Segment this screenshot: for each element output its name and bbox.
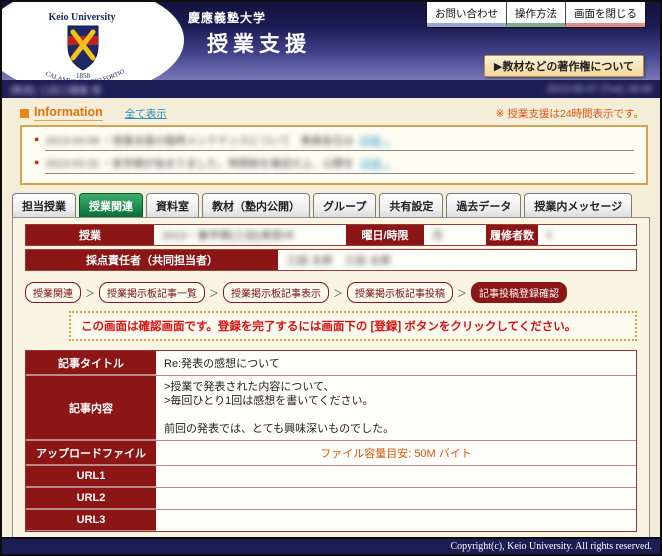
24hour-note: ※ 授業支援は24時間表示です。 xyxy=(496,106,644,121)
university-name: 慶應義塾大学 xyxy=(188,9,266,26)
information-header: Information 全て表示 ※ 授業支援は24時間表示です。 xyxy=(20,105,648,121)
grader-label: 採点責任者（共同担当者） xyxy=(26,250,278,270)
breadcrumb-separator: ＞ xyxy=(333,285,343,300)
tab-share-settings[interactable]: 共有設定 xyxy=(379,193,443,217)
info-item-link[interactable]: 詳細→ xyxy=(360,133,392,148)
table-row: URL2 xyxy=(26,488,636,510)
table-row: 記事内容 >授業で発表された内容について、 >毎回ひとり1回は感想を書いてくださ… xyxy=(26,376,636,441)
article-body-label: 記事内容 xyxy=(26,376,156,440)
bullet-icon: ● xyxy=(34,134,39,144)
tab-past-data[interactable]: 過去データ xyxy=(446,193,521,217)
class-label: 授業 xyxy=(26,225,154,245)
bullet-icon: ● xyxy=(34,157,39,167)
tab-panel: 授業 2013・春学期(三田)演習Ⅰ/Ⅱ 曜日/時限 月 履修者数 1 採点責任… xyxy=(12,217,650,537)
table-row: URL3 xyxy=(26,510,636,531)
info-item-text: 2013-04-09 ・授業支援の臨時メンテナンスについて 教員各位は xyxy=(45,133,353,148)
table-row: URL1 xyxy=(26,466,636,488)
tab-group[interactable]: グループ xyxy=(313,193,376,217)
class-info-row2: 採点責任者（共同担当者） 三田 太郎 三田 太郎 xyxy=(25,249,637,271)
url3-value xyxy=(156,510,636,531)
copyright-text: Copyright(c), Keio University. All right… xyxy=(450,541,652,552)
article-body-value: >授業で発表された内容について、 >毎回ひとり1回は感想を書いてください。 前回… xyxy=(156,376,636,440)
class-value: 2013・春学期(三田)演習Ⅰ/Ⅱ xyxy=(154,225,346,245)
upload-capacity-note: ファイル容量目安: 50M バイト xyxy=(156,441,636,465)
contact-button[interactable]: お問い合わせ xyxy=(427,2,506,27)
list-item: ● 2013-04-09 ・授業支援の臨時メンテナンスについて 教員各位は 詳細… xyxy=(34,133,634,151)
information-square-icon xyxy=(20,109,29,118)
app-window: Keio University 1858 CALAMVS GLADIO FORT… xyxy=(0,0,662,556)
confirmation-notice: この画面は確認画面です。登録を完了するには画面下の [登録] ボタンをクリックし… xyxy=(69,311,637,341)
tab-document-room[interactable]: 資料室 xyxy=(146,193,199,217)
logged-in-user: [教員] 三田口講義 様 xyxy=(10,82,101,97)
logo-year: 1858 xyxy=(76,72,91,80)
tab-assigned-classes[interactable]: 担当授業 xyxy=(12,193,76,217)
upload-file-label: アップロードファイル xyxy=(26,441,156,465)
day-period-value: 月 xyxy=(424,225,486,245)
class-info-row1: 授業 2013・春学期(三田)演習Ⅰ/Ⅱ 曜日/時限 月 履修者数 1 xyxy=(25,224,637,246)
day-period-label: 曜日/時限 xyxy=(346,225,424,245)
keio-logo: Keio University 1858 CALAMVS GLADIO FORT… xyxy=(2,2,184,80)
breadcrumb-article-list[interactable]: 授業掲示板記事一覧 xyxy=(99,282,205,303)
app-title: 授業支援 xyxy=(207,28,311,58)
tab-materials[interactable]: 教材（塾内公開） xyxy=(202,193,310,217)
keio-crest-icon: 1858 CALAMVS GLADIO FORTIOR xyxy=(28,22,138,80)
info-item-link[interactable]: 詳細→ xyxy=(360,156,392,171)
breadcrumb-separator: ＞ xyxy=(85,285,95,300)
table-row: アップロードファイル ファイル容量目安: 50M バイト xyxy=(26,441,636,466)
url2-label: URL2 xyxy=(26,488,156,509)
breadcrumb-separator: ＞ xyxy=(457,285,467,300)
url2-value xyxy=(156,488,636,509)
breadcrumb: 授業関連 ＞ 授業掲示板記事一覧 ＞ 授業掲示板記事表示 ＞ 授業掲示板記事投稿… xyxy=(25,282,637,303)
breadcrumb-separator: ＞ xyxy=(209,285,219,300)
breadcrumb-class-related[interactable]: 授業関連 xyxy=(25,282,81,303)
main-content: Information 全て表示 ※ 授業支援は24時間表示です。 ● 2013… xyxy=(2,98,660,537)
list-item: ● 2013-03-31 ・新学期が始まりました。時間割を確認の上、公開を 詳細… xyxy=(34,156,634,174)
url3-label: URL3 xyxy=(26,510,156,531)
url1-label: URL1 xyxy=(26,466,156,487)
article-title-label: 記事タイトル xyxy=(26,351,156,375)
info-item-text: 2013-03-31 ・新学期が始まりました。時間割を確認の上、公開を xyxy=(45,156,354,171)
user-bar: [教員] 三田口講義 様 2013-05-07 (Tue) 18:09 xyxy=(2,80,660,98)
enrolled-label: 履修者数 xyxy=(486,225,538,245)
breadcrumb-confirm-current: 記事投稿登録確認 xyxy=(471,282,567,303)
page-footer: Copyright(c), Keio University. All right… xyxy=(2,537,660,554)
article-title-value: Re:発表の感想について xyxy=(156,351,636,375)
breadcrumb-article-post[interactable]: 授業掲示板記事投稿 xyxy=(347,282,453,303)
information-box: ● 2013-04-09 ・授業支援の臨時メンテナンスについて 教員各位は 詳細… xyxy=(20,125,648,185)
current-datetime: 2013-05-07 (Tue) 18:09 xyxy=(547,84,652,95)
article-confirm-table: 記事タイトル Re:発表の感想について 記事内容 >授業で発表された内容について… xyxy=(25,350,637,532)
tab-class-messages[interactable]: 授業内メッセージ xyxy=(524,193,632,217)
materials-copyright-button[interactable]: ▶教材などの著作権について xyxy=(484,55,644,77)
show-all-link[interactable]: 全て表示 xyxy=(125,106,167,121)
table-row: 記事タイトル Re:発表の感想について xyxy=(26,351,636,376)
breadcrumb-article-view[interactable]: 授業掲示板記事表示 xyxy=(223,282,329,303)
grader-value: 三田 太郎 三田 太郎 xyxy=(278,250,636,270)
information-title: Information xyxy=(34,105,103,121)
page-header: Keio University 1858 CALAMVS GLADIO FORT… xyxy=(2,2,660,80)
tab-class-related[interactable]: 授業関連 xyxy=(79,193,143,217)
help-button[interactable]: 操作方法 xyxy=(506,2,565,27)
enrolled-value: 1 xyxy=(538,225,636,245)
close-screen-button[interactable]: 画面を閉じる xyxy=(565,2,645,27)
header-nav: お問い合わせ 操作方法 画面を閉じる xyxy=(426,2,646,28)
tab-bar: 担当授業 授業関連 資料室 教材（塾内公開） グループ 共有設定 過去データ 授… xyxy=(12,193,650,217)
url1-value xyxy=(156,466,636,487)
